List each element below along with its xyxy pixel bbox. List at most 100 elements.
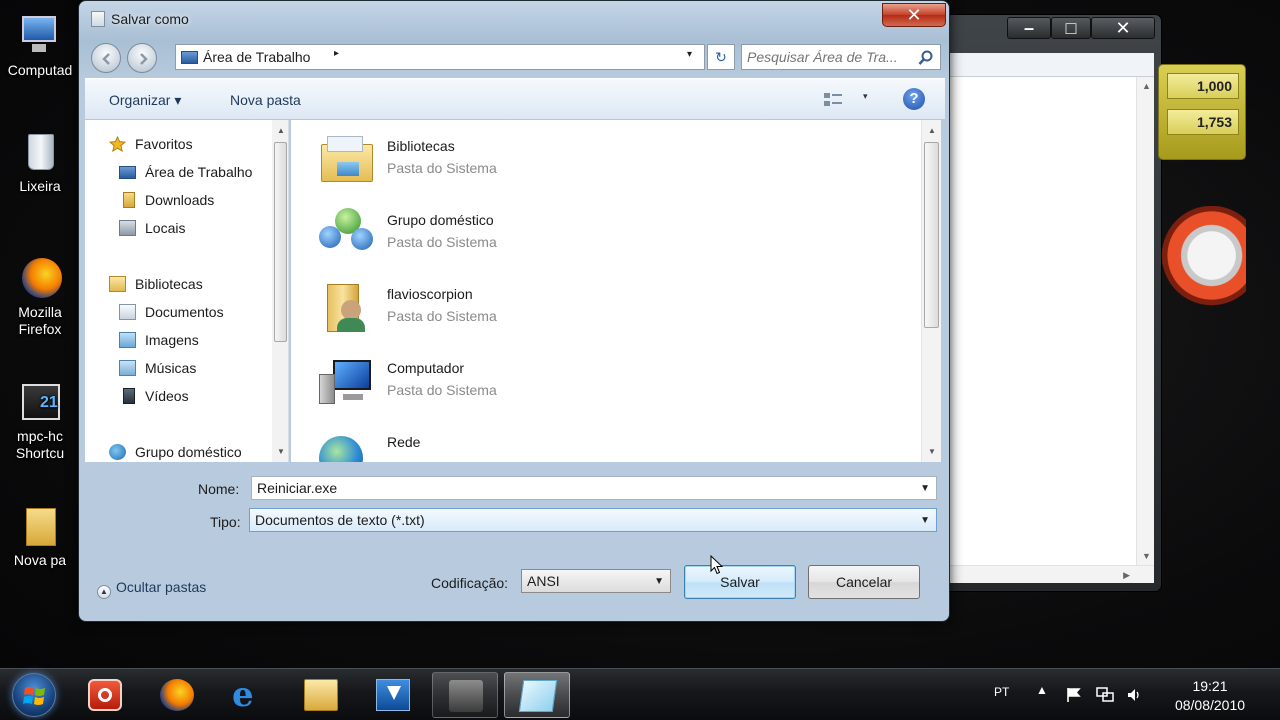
dialog-close-button[interactable]: ✕ [882,3,946,27]
file-list-scrollbar[interactable]: ▲ ▼ [921,120,941,462]
nav-item-homegroup[interactable]: Grupo doméstico [109,444,242,460]
nav-item-documents[interactable]: Documentos [119,304,224,320]
cancel-button[interactable]: Cancelar [808,565,920,599]
user-folder-icon [317,280,375,334]
chevron-down-icon[interactable]: ▼ [654,576,664,587]
desktop-icon-new-folder[interactable]: Nova pa [0,504,80,569]
minimize-button[interactable]: – [1007,17,1051,39]
chevron-down-icon[interactable]: ▼ [920,483,930,494]
meter-value: 1,000 [1167,73,1239,99]
file-list[interactable]: Bibliotecas Pasta do Sistema Grupo domés… [291,120,941,462]
navigation-pane[interactable]: Favoritos Área de Trabalho Downloads Loc… [85,120,289,462]
pictures-icon [119,332,136,348]
scroll-up-icon[interactable]: ▲ [1142,81,1151,91]
nav-item-downloads[interactable]: Downloads [123,192,214,208]
cpu-meter-gadget[interactable]: 1,000 1,753 [1158,64,1246,160]
encoding-label: Codificação: [431,575,509,591]
close-button[interactable]: ✕ [1091,17,1155,39]
meter-value: 1,753 [1167,109,1239,135]
taskbar-app-explorer[interactable] [288,672,354,718]
show-hidden-icons-icon[interactable]: ▲ [1036,683,1048,697]
start-button[interactable] [12,673,56,717]
desktop-icon-recycle-bin[interactable]: Lixeira [0,130,80,195]
new-folder-button[interactable]: Nova pasta [230,92,301,108]
refresh-button[interactable]: ↻ [707,44,735,70]
breadcrumb-location[interactable]: Área de Trabalho [203,49,310,65]
taskbar-app-firefox[interactable] [144,672,210,718]
address-dropdown-icon[interactable]: ▾ [687,49,692,60]
address-bar[interactable]: Área de Trabalho ▸ ▾ [175,44,705,70]
maximize-button[interactable]: □ [1051,17,1091,39]
taskbar-app-notepad[interactable] [504,672,570,718]
scrollbar-thumb[interactable] [924,142,939,328]
back-button[interactable] [91,43,121,73]
system-clock[interactable]: 19:21 08/08/2010 [1160,677,1260,715]
search-input[interactable] [747,48,912,66]
views-dropdown-icon[interactable]: ▾ [863,91,868,102]
nav-item-videos[interactable]: Vídeos [123,388,189,404]
list-item[interactable]: Computador Pasta do Sistema [291,348,911,412]
search-box[interactable] [741,44,941,70]
scroll-down-icon[interactable]: ▼ [277,447,285,456]
file-name-input[interactable] [257,480,897,496]
list-item[interactable]: Bibliotecas Pasta do Sistema [291,126,911,190]
scroll-down-icon[interactable]: ▼ [928,447,936,456]
file-name-combo[interactable]: ▼ [251,476,937,500]
help-icon[interactable]: ? [903,88,925,110]
save-as-dialog[interactable]: Salvar como ✕ Área de Trabalho ▸ ▾ ↻ Org… [78,0,950,622]
libraries-icon [109,276,126,292]
explorer-folder-icon [304,679,338,711]
nav-item-label: Locais [145,220,186,236]
forward-button[interactable] [127,43,157,73]
desktop-icon-firefox[interactable]: Mozilla Firefox [0,256,80,338]
save-button[interactable]: Salvar [684,565,796,599]
command-bar: Organizar ▾ Nova pasta ▾ ? [85,78,945,120]
desktop-icon-media-player[interactable]: 21 mpc-hc Shortcu [0,380,80,462]
speaker-icon[interactable] [1126,687,1142,703]
hide-folders-toggle[interactable]: ▲ Ocultar pastas [97,579,206,599]
list-item[interactable]: Rede [291,422,911,462]
views-icon[interactable] [823,91,845,109]
desktop-icon-label: Computad [7,62,73,78]
firefox-icon [18,256,62,300]
network-icon[interactable] [1096,687,1114,703]
nav-item-pictures[interactable]: Imagens [119,332,199,348]
scroll-down-icon[interactable]: ▼ [1142,551,1151,561]
nav-item-music[interactable]: Músicas [119,360,196,376]
encoding-select[interactable]: ANSI ▼ [521,569,671,593]
desktop-icon-label: mpc-hc Shortcu [15,428,65,461]
scrollbar-thumb[interactable] [274,142,287,342]
file-type-select[interactable]: Documentos de texto (*.txt) ▼ [249,508,937,532]
gauge-gadget[interactable] [1160,206,1246,316]
taskbar-app-internet-explorer[interactable]: e [216,672,282,718]
chevron-down-icon[interactable]: ▼ [920,515,930,526]
vertical-scrollbar[interactable]: ▲ ▼ [1136,77,1154,565]
organize-menu[interactable]: Organizar ▾ [109,92,181,109]
nav-item-places[interactable]: Locais [119,220,186,236]
taskbar-app-shutdown[interactable] [72,672,138,718]
file-type: Pasta do Sistema [387,234,497,250]
scroll-up-icon[interactable]: ▲ [277,126,285,135]
scroll-up-icon[interactable]: ▲ [928,126,936,135]
breadcrumb-chevron-icon[interactable]: ▸ [334,48,339,59]
scroll-right-icon[interactable]: ▶ [1123,570,1130,581]
horizontal-scrollbar[interactable]: ▶ [949,565,1154,583]
desktop-icon [119,166,136,179]
nav-item-libraries[interactable]: Bibliotecas [109,276,203,292]
taskbar-app-tool[interactable] [432,672,498,718]
desktop-icon-computer[interactable]: Computad [0,14,80,79]
language-indicator[interactable]: PT [994,685,1009,699]
text-editor-area[interactable]: ▲ ▼ ▶ [949,77,1154,583]
file-type: Pasta do Sistema [387,382,497,398]
list-item[interactable]: Grupo doméstico Pasta do Sistema [291,200,911,264]
taskbar-app-download[interactable] [360,672,426,718]
nav-item-desktop[interactable]: Área de Trabalho [119,164,252,180]
background-notepad-window[interactable]: – □ ✕ ▲ ▼ ▶ [940,14,1162,592]
nav-item-favorites[interactable]: Favoritos [109,136,193,152]
nav-pane-scrollbar[interactable]: ▲ ▼ [272,120,288,462]
arrow-right-icon [140,53,148,65]
flag-icon[interactable] [1066,687,1082,703]
places-icon [119,220,136,236]
search-icon[interactable] [918,50,934,66]
list-item[interactable]: flavioscorpion Pasta do Sistema [291,274,911,338]
